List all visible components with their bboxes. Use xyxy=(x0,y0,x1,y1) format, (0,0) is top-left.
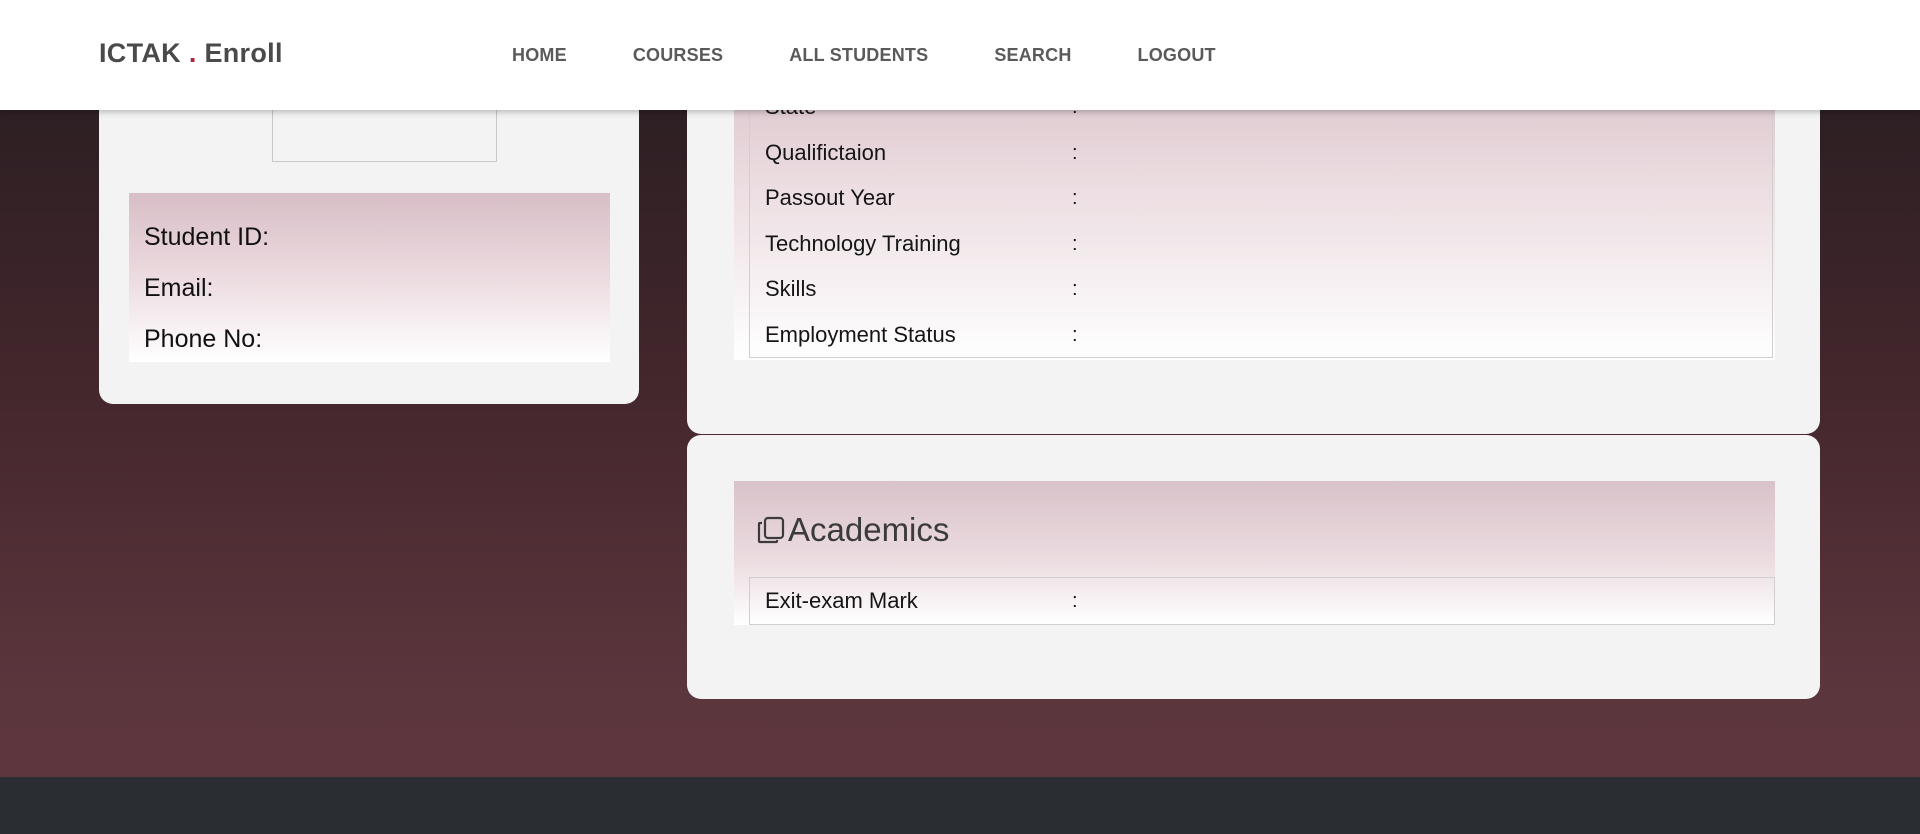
field-passout-year-label: Passout Year xyxy=(765,185,895,210)
academics-title: Academics xyxy=(788,511,950,548)
field-exit-exam-mark-label: Exit-exam Mark xyxy=(765,588,918,613)
student-id-label: Student ID: xyxy=(144,223,270,251)
brand-dot: . xyxy=(188,38,197,68)
profile-card: Student ID: Email: Phone No: xyxy=(99,60,639,404)
email-label: Email: xyxy=(144,274,214,302)
nav-links: HOME COURSES ALL STUDENTS SEARCH LOGOUT xyxy=(512,45,1282,66)
field-passout-year-sep: : xyxy=(1072,187,1078,209)
field-employment-status-label: Employment Status xyxy=(765,322,956,347)
field-skills-sep: : xyxy=(1072,278,1078,300)
brand-sub: Enroll xyxy=(204,38,283,68)
field-qualification-sep: : xyxy=(1072,142,1078,164)
copy-icon xyxy=(757,516,785,544)
academics-panel: Academics Exit-exam Mark : xyxy=(734,481,1775,625)
field-exit-exam-mark-sep: : xyxy=(1072,590,1078,612)
page-footer xyxy=(0,777,1920,834)
academics-card: Academics Exit-exam Mark : xyxy=(687,435,1820,699)
nav-all-students[interactable]: ALL STUDENTS xyxy=(789,45,928,66)
top-navbar: ICTAK . Enroll HOME COURSES ALL STUDENTS… xyxy=(0,0,1920,110)
phone-label: Phone No: xyxy=(144,325,263,353)
field-employment-status-sep: : xyxy=(1072,324,1078,346)
contact-info-box: Student ID: Email: Phone No: xyxy=(129,193,610,362)
field-qualification-label: Qualifictaion xyxy=(765,140,887,165)
nav-search[interactable]: SEARCH xyxy=(994,45,1071,66)
nav-home[interactable]: HOME xyxy=(512,45,567,66)
brand-logo[interactable]: ICTAK . Enroll xyxy=(99,38,283,69)
academics-heading: Academics xyxy=(756,511,949,549)
field-skills-label: Skills xyxy=(765,276,817,301)
academics-table: Exit-exam Mark : xyxy=(749,577,1775,625)
field-technology-training-label: Technology Training xyxy=(765,231,961,256)
personal-details-card: State : Qualifictaion : Passout Year : T… xyxy=(687,60,1820,434)
nav-logout[interactable]: LOGOUT xyxy=(1138,45,1216,66)
field-technology-training-sep: : xyxy=(1072,233,1078,255)
nav-courses[interactable]: COURSES xyxy=(633,45,723,66)
brand-main: ICTAK xyxy=(99,38,181,68)
